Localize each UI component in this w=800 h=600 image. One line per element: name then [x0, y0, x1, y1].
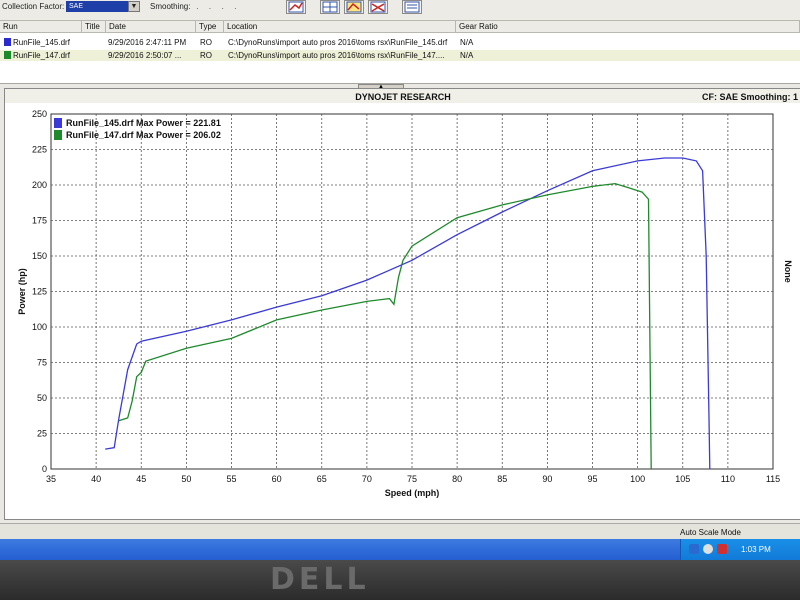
x-tick-label: 50	[181, 474, 191, 484]
auto-scale-mode-label[interactable]: Auto Scale Mode	[680, 528, 741, 537]
run-date: 9/29/2016 2:50:07 ...	[108, 51, 182, 60]
run-color-swatch	[4, 51, 11, 59]
x-tick-label: 45	[136, 474, 146, 484]
x-tick-label: 100	[630, 474, 645, 484]
x-tick-label: 110	[721, 474, 735, 484]
legend-swatch	[54, 118, 62, 128]
y-tick-label: 200	[32, 180, 47, 190]
x-axis-label: Speed (mph)	[385, 488, 440, 498]
system-tray: 1:03 PM	[680, 539, 800, 560]
column-header-location[interactable]: Location	[224, 21, 456, 33]
network-icon[interactable]	[689, 544, 699, 554]
dyno-chart: DYNOJET RESEARCH CF: SAE Smoothing: 1 35 40…	[5, 89, 800, 498]
y-axis-label: Power (hp)	[17, 268, 27, 315]
x-tick-label: 35	[46, 474, 56, 484]
run-table: Run Title Date Type Location Gear Ratio …	[0, 21, 800, 84]
x-tick-label: 40	[91, 474, 101, 484]
security-alert-icon[interactable]	[717, 544, 727, 554]
taskbar: 1:03 PM	[0, 539, 800, 560]
y-tick-label: 75	[37, 358, 47, 368]
x-tick-label: 60	[272, 474, 282, 484]
run-gear-ratio: N/A	[460, 51, 474, 60]
x-tick-label: 65	[317, 474, 327, 484]
table-row[interactable]: RunFile_145.drf 9/29/2016 2:47:11 PM RO …	[0, 37, 800, 48]
run-type: RO	[200, 51, 212, 60]
screen: Collection Factor: SAE ▼ Smoothing: ····…	[0, 0, 800, 560]
run-location: C:\DynoRuns\import auto pros 2016\toms r…	[228, 51, 445, 60]
column-header-date[interactable]: Date	[106, 21, 196, 33]
y-tick-label: 250	[32, 109, 47, 119]
x-tick-label: 105	[675, 474, 690, 484]
collection-factor-select[interactable]: SAE	[66, 1, 136, 12]
monitor-bezel: DELL	[0, 560, 800, 600]
right-side-label: None	[783, 260, 793, 283]
run-location: C:\DynoRuns\import auto pros 2016\toms r…	[228, 38, 448, 47]
status-bar: Auto Scale Mode	[0, 523, 800, 540]
column-header-gear-ratio[interactable]: Gear Ratio	[456, 21, 800, 33]
run-gear-ratio: N/A	[460, 38, 474, 47]
run-name: RunFile_145.drf	[13, 38, 70, 47]
run-color-swatch	[4, 38, 11, 46]
monitor-brand-logo: DELL	[270, 562, 370, 597]
x-tick-label: 95	[587, 474, 597, 484]
y-tick-label: 25	[37, 429, 47, 439]
collection-factor-label: Collection Factor:	[2, 2, 65, 11]
smoothing-label: Smoothing:	[150, 2, 191, 11]
legend-entry: RunFile_145.drf Max Power = 221.81	[66, 118, 221, 128]
overlay-graph-icon[interactable]	[368, 0, 388, 14]
x-tick-label: 55	[226, 474, 236, 484]
column-header-run[interactable]: Run	[0, 21, 82, 33]
x-tick-label: 85	[497, 474, 507, 484]
table-row[interactable]: RunFile_147.drf 9/29/2016 2:50:07 ... RO…	[0, 50, 800, 61]
graph-zoom-icon[interactable]	[286, 0, 306, 14]
run-name: RunFile_147.drf	[13, 51, 70, 60]
x-tick-label: 70	[362, 474, 372, 484]
chart-title: DYNOJET RESEARCH	[355, 92, 451, 102]
y-tick-label: 150	[32, 251, 47, 261]
chart-right-info: CF: SAE Smoothing: 1	[702, 92, 798, 102]
run-type: RO	[200, 38, 212, 47]
y-tick-label: 100	[32, 322, 47, 332]
column-header-title[interactable]: Title	[82, 21, 106, 33]
smoothing-ticks[interactable]: ····	[196, 4, 247, 13]
x-tick-label: 75	[407, 474, 417, 484]
legend-swatch	[54, 130, 62, 140]
column-header-type[interactable]: Type	[196, 21, 224, 33]
toolbar: Collection Factor: SAE ▼ Smoothing: ····	[0, 0, 800, 21]
chevron-down-icon[interactable]: ▼	[128, 1, 140, 12]
x-tick-label: 90	[542, 474, 552, 484]
x-tick-label: 115	[766, 474, 780, 484]
y-tick-label: 50	[37, 393, 47, 403]
y-tick-label: 225	[32, 145, 47, 155]
print-graph-icon[interactable]	[402, 0, 422, 14]
x-tick-label: 80	[452, 474, 462, 484]
clock[interactable]: 1:03 PM	[741, 545, 771, 554]
grid-view-icon[interactable]	[320, 0, 340, 14]
y-tick-label: 125	[32, 287, 47, 297]
volume-icon[interactable]	[703, 544, 713, 554]
legend-entry: RunFile_147.drf Max Power = 206.02	[66, 130, 221, 140]
compare-graph-icon[interactable]	[344, 0, 364, 14]
y-tick-label: 175	[32, 216, 47, 226]
run-date: 9/29/2016 2:47:11 PM	[108, 38, 187, 47]
dyno-chart-window: DYNOJET RESEARCH CF: SAE Smoothing: 1 35 40…	[4, 88, 800, 520]
y-tick-label: 0	[42, 464, 47, 474]
